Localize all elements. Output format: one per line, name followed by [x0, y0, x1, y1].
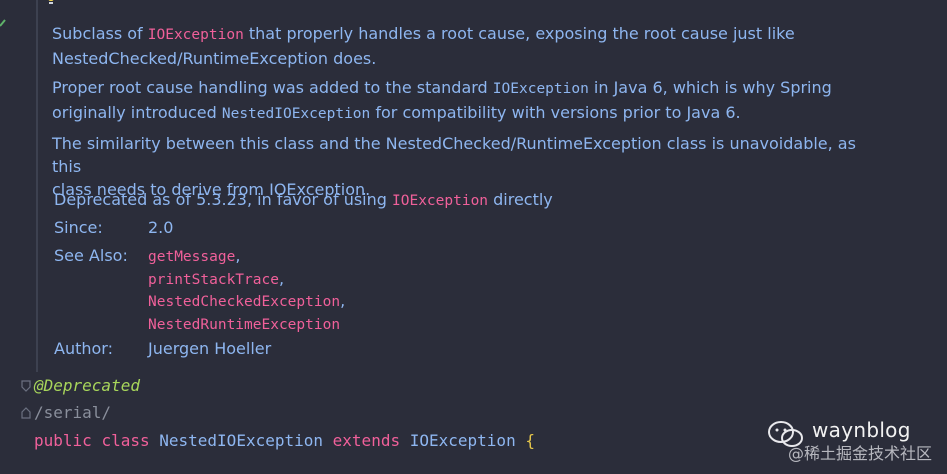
deprecated-text: as of 5.3.23, in favor of using: [147, 190, 392, 209]
author-label: Author:: [54, 339, 113, 358]
class-declaration[interactable]: public class NestedIOException extends I…: [34, 430, 535, 452]
fold-end-icon[interactable]: [21, 407, 31, 419]
editor-gutter: [0, 0, 28, 474]
see-also-link[interactable]: NestedCheckedException: [148, 294, 340, 310]
doc-text: for compatibility with versions prior to…: [370, 103, 741, 122]
doc-text: in Java 6, which is why Spring: [588, 78, 832, 97]
since-value: 2.0: [148, 218, 174, 237]
ioexception-link[interactable]: IOException: [392, 193, 488, 209]
doc-text: originally introduced: [52, 103, 222, 122]
see-also-link[interactable]: NestedRuntimeException: [148, 317, 340, 333]
deprecated-row: Deprecated as of 5.3.23, in favor of usi…: [54, 188, 553, 211]
superclass-name[interactable]: IOException: [410, 431, 516, 450]
keyword-public: public: [34, 431, 92, 450]
keyword-extends: extends: [332, 431, 401, 450]
doc-comment-rail: [36, 0, 38, 372]
doc-paragraph-1: Subclass of IOException that properly ha…: [52, 22, 852, 70]
edit-marker-icon: [0, 19, 6, 27]
see-also-label: See Also:: [54, 246, 128, 265]
keyword-class: class: [101, 431, 150, 450]
deprecated-label: Deprecated: [54, 190, 148, 209]
lightbulb-icon[interactable]: [44, 0, 58, 8]
doc-text: Subclass of: [52, 24, 148, 43]
watermark-subtitle: @稀土掘金技术社区: [788, 444, 933, 463]
ioexception-link[interactable]: IOException: [148, 27, 244, 43]
serial-comment[interactable]: /serial/: [34, 402, 111, 424]
deprecated-text: directly: [488, 190, 553, 209]
doc-paragraph-2: Proper root cause handling was added to …: [52, 76, 852, 126]
doc-text: Proper root cause handling was added to …: [52, 78, 493, 97]
watermark-name: waynblog: [812, 418, 911, 442]
nested-ioexception-code: NestedIOException: [221, 106, 371, 122]
fold-start-icon[interactable]: [21, 380, 31, 392]
author-value: Juergen Hoeller: [148, 339, 272, 358]
doc-text: The similarity between this class and th…: [52, 134, 856, 176]
doc-text: that properly handles a root cause, expo…: [243, 24, 795, 43]
ioexception-code: IOException: [492, 81, 589, 97]
open-brace: {: [525, 431, 535, 450]
class-name[interactable]: NestedIOException: [159, 431, 323, 450]
since-label: Since:: [54, 218, 103, 237]
see-also-list: getMessage, printStackTrace, NestedCheck…: [148, 246, 346, 333]
see-also-link[interactable]: printStackTrace: [148, 272, 279, 288]
watermark: waynblog @稀土掘金技术社区: [766, 414, 947, 474]
see-also-link[interactable]: getMessage: [148, 249, 235, 265]
deprecated-annotation[interactable]: @Deprecated: [34, 375, 140, 397]
doc-text: NestedChecked/RuntimeException does.: [52, 49, 377, 68]
